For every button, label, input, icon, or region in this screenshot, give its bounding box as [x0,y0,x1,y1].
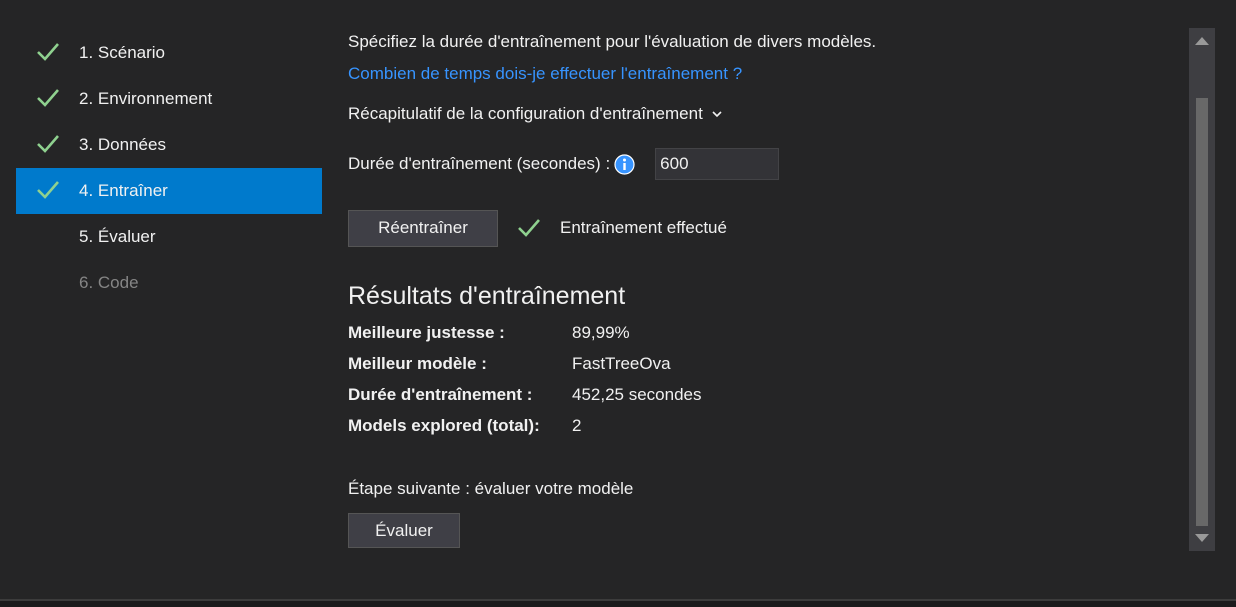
wizard-sidebar: 1. Scénario 2. Environnement 3. Données … [16,30,322,306]
scroll-down-icon[interactable] [1195,534,1209,542]
result-key: Models explored (total): [348,416,540,435]
step-label: 4. Entraîner [79,181,168,200]
result-row: Durée d'entraînement : 452,25 secondes [348,379,1178,410]
results-title: Résultats d'entraînement [348,282,626,310]
main-panel: Spécifiez la durée d'entraînement pour l… [348,28,1178,548]
step-data[interactable]: 3. Données [16,122,322,168]
duration-row: Durée d'entraînement (secondes) : [348,147,1178,181]
next-step-text: Étape suivante : évaluer votre modèle [348,479,634,498]
check-icon [37,43,59,61]
step-code: 6. Code [16,260,322,306]
results-list: Meilleure justesse : 89,99% Meilleur mod… [348,317,1178,441]
step-environment[interactable]: 2. Environnement [16,76,322,122]
training-status: Entraînement effectué [560,218,727,237]
result-row: Meilleure justesse : 89,99% [348,317,1178,348]
help-link[interactable]: Combien de temps dois-je effectuer l'ent… [348,59,1178,89]
bottom-border [0,599,1236,607]
result-key: Meilleure justesse : [348,323,505,342]
check-icon [37,89,59,107]
training-summary-toggle[interactable]: Récapitulatif de la configuration d'entr… [348,99,1178,129]
step-train[interactable]: 4. Entraîner [16,168,322,214]
scroll-up-icon[interactable] [1195,37,1209,45]
result-row: Meilleur modèle : FastTreeOva [348,348,1178,379]
duration-label: Durée d'entraînement (secondes) : [348,154,611,173]
check-icon [37,135,59,153]
chevron-down-icon [712,111,722,118]
page-description: Spécifiez la durée d'entraînement pour l… [348,32,877,51]
step-scenario[interactable]: 1. Scénario [16,30,322,76]
scroll-thumb[interactable] [1196,98,1208,526]
summary-label: Récapitulatif de la configuration d'entr… [348,104,703,123]
result-key: Meilleur modèle : [348,354,487,373]
step-label: 3. Données [79,135,166,154]
result-value: FastTreeOva [572,354,671,373]
evaluate-button[interactable]: Évaluer [348,513,460,548]
step-label: 5. Évaluer [79,227,156,246]
result-value: 89,99% [572,323,630,342]
result-value: 452,25 secondes [572,385,702,404]
check-icon [37,181,59,199]
vertical-scrollbar[interactable] [1189,28,1215,551]
result-value: 2 [572,416,582,435]
result-row: Models explored (total): 2 [348,410,1178,441]
step-label: 2. Environnement [79,89,213,108]
retrain-row: Réentraîner Entraînement effectué [348,209,1178,247]
info-icon[interactable] [614,153,635,175]
duration-input[interactable] [655,148,780,180]
step-evaluate[interactable]: 5. Évaluer [16,214,322,260]
step-label: 1. Scénario [79,43,165,62]
result-key: Durée d'entraînement : [348,385,533,404]
check-icon [518,219,540,237]
retrain-button[interactable]: Réentraîner [348,209,498,247]
step-label: 6. Code [79,273,139,292]
train-page: 1. Scénario 2. Environnement 3. Données … [0,0,1236,607]
